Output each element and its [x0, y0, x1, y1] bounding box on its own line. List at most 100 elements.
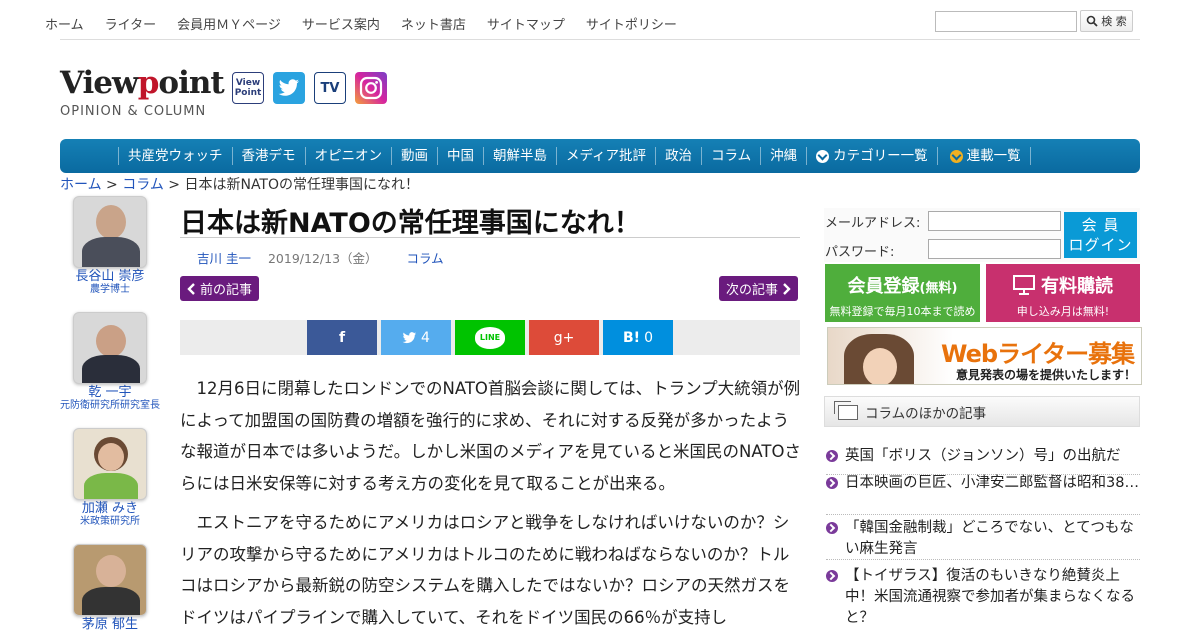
hatena-share-count: 0 — [644, 329, 653, 346]
list-item-text: 「韓国金融制裁」どころでない、とてつもない麻生発言 — [845, 520, 1134, 557]
prev-article-label: 前の記事 — [200, 283, 253, 298]
tv-facebook-label: TV — [320, 80, 340, 96]
banner-photo-face — [863, 348, 897, 384]
title-divider — [180, 237, 800, 238]
cat-opinion[interactable]: オピニオン — [304, 147, 392, 165]
bullet-arrow-icon — [826, 570, 838, 582]
bullet-arrow-icon — [826, 450, 838, 462]
logo-tagline: OPINION & COLUMN — [60, 104, 207, 119]
cat-okinawa[interactable]: 沖縄 — [760, 147, 806, 165]
list-item[interactable]: 「韓国金融制裁」どころでない、とてつもない麻生発言 — [826, 518, 1140, 560]
article-paragraph: エストニアを守るためにアメリカはロシアと戦争をしなければいけないのか？シリアの攻… — [180, 513, 791, 627]
category-list-menu[interactable]: カテゴリー一覧 — [806, 147, 937, 165]
list-item[interactable]: 【トイザラス】復活のもいきなり絶賛炎上中！米国流通視察で参加者が集まらなくなると… — [826, 566, 1140, 630]
prev-article-button[interactable]: 前の記事 — [180, 276, 260, 301]
list-item-text: 【トイザラス】復活のもいきなり絶賛炎上中！米国流通視察で参加者が集まらなくなると… — [845, 568, 1135, 626]
breadcrumb-separator: > — [106, 177, 118, 193]
instagram-icon[interactable] — [355, 72, 387, 104]
hatena-share-button[interactable]: B! 0 — [603, 320, 673, 355]
logo-text-view: View — [60, 65, 139, 101]
subscribe-button[interactable]: 有料購読 申し込み月は無料! — [986, 264, 1140, 322]
monitor-icon — [1013, 275, 1035, 295]
line-share-button[interactable]: LINE — [455, 320, 525, 355]
gplus-icon: g+ — [553, 329, 575, 346]
banner-subtext: 意見発表の場を提供いたします！ — [956, 368, 1137, 382]
author-card[interactable]: 加瀬 みき 米政策研究所 — [60, 428, 160, 528]
next-article-button[interactable]: 次の記事 — [719, 276, 799, 301]
topnav-bookstore[interactable]: ネット書店 — [401, 14, 466, 33]
topnav-home[interactable]: ホーム — [45, 14, 84, 33]
cat-korea[interactable]: 朝鮮半島 — [483, 147, 556, 165]
hatena-icon: B! — [623, 329, 641, 346]
bullet-arrow-icon — [826, 477, 838, 489]
list-item[interactable]: 英国「ボリス（ジョンソン）号」の出航だ — [826, 446, 1140, 475]
author-card[interactable]: 乾 一宇 元防衛研究所研究室長 — [60, 312, 160, 412]
banner-headline: Webライター募集 — [941, 340, 1135, 368]
chevron-left-icon — [187, 282, 195, 295]
article-date: 2019/12/13（金） — [267, 251, 378, 266]
article-title: 日本は新NATOの常任理事国になれ！ — [180, 208, 641, 239]
twitter-icon[interactable] — [273, 72, 305, 104]
web-writer-banner[interactable]: Webライター募集 意見発表の場を提供いたします！ — [827, 327, 1142, 385]
author-name: 加瀬 みき — [81, 501, 139, 516]
author-card[interactable]: 茅原 郁生 — [60, 544, 160, 632]
search-button[interactable]: 検 索 — [1080, 10, 1133, 32]
author-name: 乾 一宇 — [88, 385, 132, 400]
article-category[interactable]: コラム — [407, 248, 444, 267]
breadcrumb-section[interactable]: コラム — [122, 177, 164, 193]
cat-china[interactable]: 中国 — [437, 147, 483, 165]
viewpoint-facebook-icon[interactable]: View Point — [232, 72, 264, 104]
avatar — [73, 544, 147, 616]
register-button[interactable]: 会員登録(無料) 無料登録で毎月10本まで読める — [825, 264, 980, 334]
article-paragraph: 12月6日に閉幕したロンドンでのNATO首脳会談に関しては、トランプ大統領が例に… — [180, 379, 801, 493]
cat-column[interactable]: コラム — [701, 147, 760, 165]
site-logo[interactable]: Viewpoint OPINION & COLUMN — [60, 65, 225, 124]
topnav-sitemap[interactable]: サイトマップ — [487, 14, 565, 33]
search-input[interactable] — [935, 11, 1077, 32]
cat-hongkong[interactable]: 香港デモ — [231, 147, 305, 165]
category-navigation: 共産党ウォッチ 香港デモ オピニオン 動画 中国 朝鮮半島 メディア批評 政治 … — [60, 139, 1140, 173]
cat-communist[interactable]: 共産党ウォッチ — [118, 147, 232, 165]
tv-facebook-icon[interactable]: TV — [314, 72, 346, 104]
chevron-down-icon — [816, 149, 830, 163]
topnav-mypage[interactable]: 会員用ＭＹページ — [177, 14, 281, 33]
series-list-menu[interactable]: 連載一覧 — [936, 147, 1031, 165]
email-label: メールアドレス: — [825, 216, 921, 231]
other-articles-heading: コラムのほかの記事 — [824, 396, 1140, 427]
cat-video[interactable]: 動画 — [391, 147, 437, 165]
search-button-label: 検 索 — [1101, 15, 1127, 28]
logo-text-p: p — [137, 65, 160, 101]
topnav-policy[interactable]: サイトポリシー — [586, 14, 677, 33]
subscribe-title: 有料購読 — [1041, 276, 1113, 297]
topnav-writer[interactable]: ライター — [105, 14, 156, 33]
breadcrumb-current: 日本は新NATOの常任理事国になれ！ — [184, 177, 420, 193]
login-button-line1: 会 員 — [1081, 216, 1120, 234]
other-articles-title: コラムのほかの記事 — [865, 405, 987, 422]
list-item[interactable]: 日本映画の巨匠、小津安二郎監督は昭和38… — [826, 473, 1140, 515]
list-item-text: 日本映画の巨匠、小津安二郎監督は昭和38… — [845, 475, 1139, 491]
cat-politics[interactable]: 政治 — [655, 147, 701, 165]
twitter-share-button[interactable]: 4 — [381, 320, 451, 355]
next-article-label: 次の記事 — [726, 283, 779, 298]
logo-text-oint: oint — [158, 65, 224, 101]
breadcrumb-home[interactable]: ホーム — [60, 177, 102, 193]
email-field[interactable] — [928, 211, 1061, 231]
author-title: 農学博士 — [90, 284, 130, 295]
topnav-service[interactable]: サービス案内 — [302, 14, 380, 33]
line-icon: LINE — [475, 326, 505, 349]
article-author[interactable]: 吉川 圭一 — [197, 248, 251, 267]
gplus-share-button[interactable]: g+ — [529, 320, 599, 355]
register-title: 会員登録 — [847, 276, 920, 297]
cat-media[interactable]: メディア批評 — [556, 147, 655, 165]
twitter-share-count: 4 — [421, 329, 430, 346]
password-field[interactable] — [928, 239, 1061, 259]
login-button[interactable]: 会 員 ログイン — [1064, 212, 1137, 258]
facebook-icon: f — [338, 329, 346, 346]
avatar — [73, 196, 147, 268]
author-card[interactable]: 長谷山 崇彦 農学博士 — [60, 196, 160, 296]
breadcrumb: ホーム > コラム > 日本は新NATOの常任理事国になれ！ — [60, 174, 419, 194]
facebook-share-button[interactable]: f — [307, 320, 377, 355]
article-body: 12月6日に閉幕したロンドンでのNATO首脳会談に関しては、トランプ大統領が例に… — [180, 373, 802, 641]
category-list-label: カテゴリー一覧 — [833, 148, 928, 164]
register-title-sub: (無料) — [919, 281, 958, 296]
